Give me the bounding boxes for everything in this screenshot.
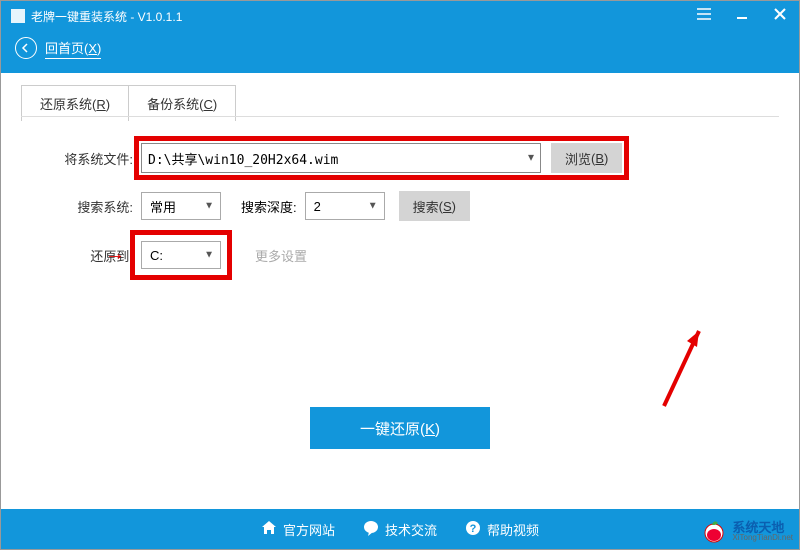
search-sys-select[interactable]: 常用 ▼ [141, 192, 221, 220]
chevron-down-icon: ▼ [204, 201, 214, 212]
search-button[interactable]: 搜索(S) [399, 191, 470, 221]
menu-button[interactable] [685, 1, 723, 27]
annotation-arrow-icon: → [105, 243, 125, 266]
svg-text:?: ? [470, 523, 477, 535]
watermark-title: 系统天地 [732, 521, 793, 534]
footer-help-video[interactable]: ? 帮助视频 [465, 520, 539, 539]
search-sys-label: 搜索系统: [21, 197, 141, 216]
watermark-url: XiTongTianDi.net [732, 534, 793, 542]
chevron-down-icon: ▼ [204, 250, 214, 261]
restore-button[interactable]: 一键还原(K) [310, 407, 490, 449]
restore-to-select[interactable]: C: ▼ [141, 241, 221, 269]
back-arrow-icon [15, 37, 37, 59]
app-icon [11, 9, 25, 23]
back-label: 回首页(X) [45, 38, 101, 59]
home-icon [261, 521, 277, 538]
watermark: 系统天地 XiTongTianDi.net [700, 517, 793, 545]
search-depth-select[interactable]: 2 ▼ [305, 192, 385, 220]
chat-icon [363, 520, 379, 539]
chevron-down-icon: ▼ [368, 201, 378, 212]
footer-official-site[interactable]: 官方网站 [261, 520, 335, 539]
back-button[interactable]: 回首页(X) [1, 31, 799, 65]
search-depth-label: 搜索深度: [241, 197, 297, 216]
help-icon: ? [465, 520, 481, 539]
minimize-button[interactable] [723, 1, 761, 27]
watermark-logo-icon [700, 517, 728, 545]
close-button[interactable] [761, 1, 799, 27]
app-title: 老牌一键重装系统 - V1.0.1.1 [31, 8, 182, 25]
browse-button[interactable]: 浏览(B) [551, 143, 622, 173]
chevron-down-icon: ▼ [528, 153, 534, 164]
more-settings-link[interactable]: 更多设置 [255, 246, 307, 265]
file-path-input[interactable]: D:\共享\win10_20H2x64.wim ▼ [141, 143, 541, 173]
file-label: 将系统文件: [21, 149, 141, 168]
footer-tech-forum[interactable]: 技术交流 [363, 520, 437, 539]
annotation-arrow-icon [649, 321, 709, 424]
